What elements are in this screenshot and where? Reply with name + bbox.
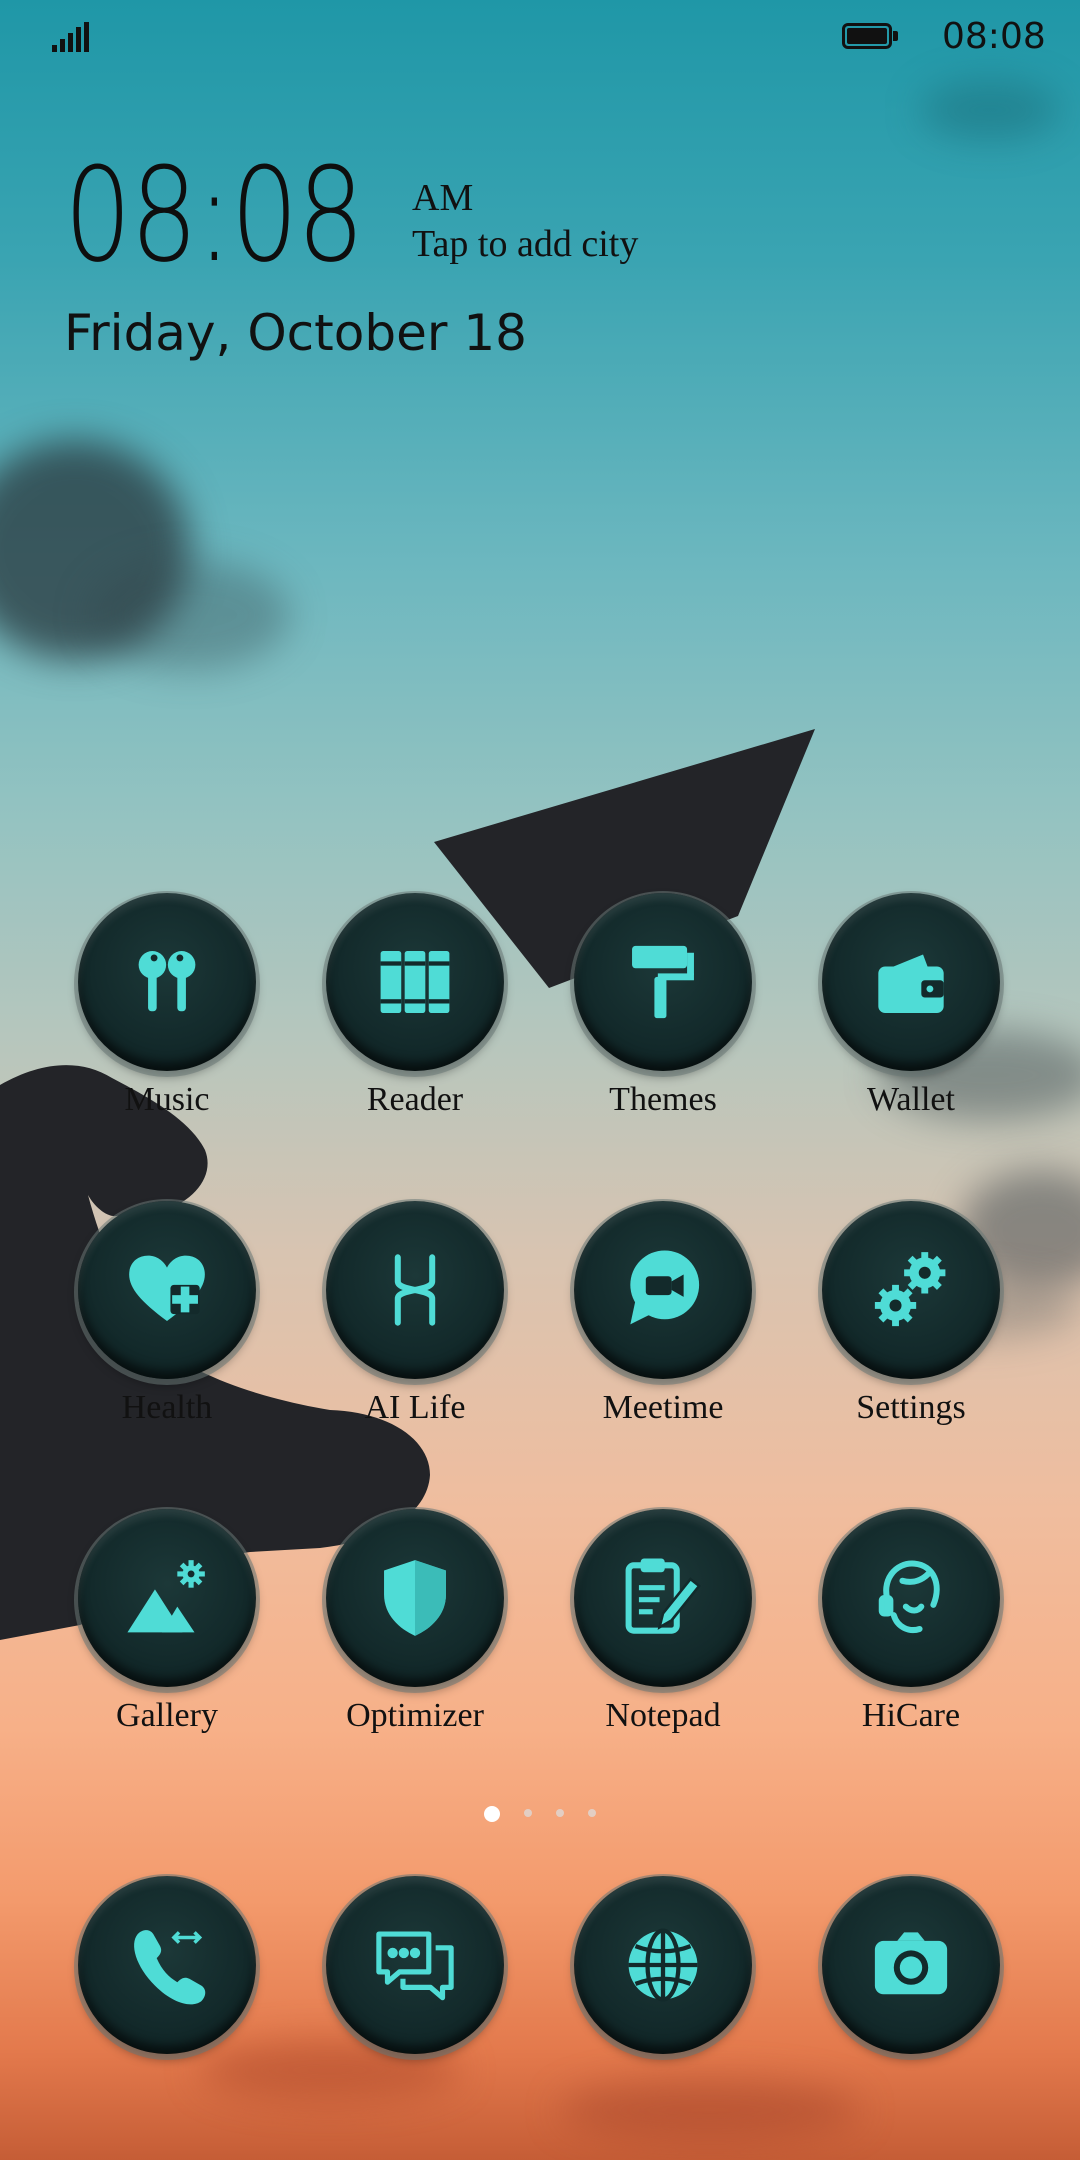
app-music[interactable]: Music bbox=[57, 893, 277, 1119]
app-wallet[interactable]: Wallet bbox=[801, 893, 1021, 1119]
add-city-link[interactable]: Tap to add city bbox=[412, 222, 638, 266]
dock-camera[interactable] bbox=[801, 1876, 1021, 2054]
books-icon bbox=[380, 951, 450, 1013]
ai-life-icon bbox=[394, 1254, 436, 1326]
app-label: Notepad bbox=[605, 1697, 721, 1734]
wallet-icon bbox=[878, 954, 944, 1013]
app-label: Themes bbox=[609, 1081, 717, 1118]
page-dot[interactable] bbox=[556, 1809, 564, 1817]
paint-roller-icon bbox=[632, 945, 694, 1019]
app-notepad[interactable]: Notepad bbox=[553, 1509, 773, 1735]
page-dot[interactable] bbox=[588, 1809, 596, 1817]
page-dot[interactable] bbox=[524, 1809, 532, 1817]
app-label: Reader bbox=[366, 1081, 464, 1118]
app-label: Meetime bbox=[602, 1389, 724, 1426]
phone-icon bbox=[134, 1930, 206, 2005]
app-label: Music bbox=[124, 1081, 210, 1118]
app-settings[interactable]: Settings bbox=[801, 1201, 1021, 1427]
widget-date[interactable]: Friday, October 18 bbox=[64, 304, 527, 362]
widget-ampm: AM bbox=[412, 177, 474, 219]
shield-icon bbox=[384, 1560, 446, 1636]
home-screen: 08:08 08:08 AM Tap to add city Friday, O… bbox=[0, 0, 1080, 2160]
app-meetime[interactable]: Meetime bbox=[553, 1201, 773, 1427]
app-themes[interactable]: Themes bbox=[553, 893, 773, 1119]
app-optimizer[interactable]: Optimizer bbox=[305, 1509, 525, 1735]
app-label: Health bbox=[121, 1389, 213, 1426]
app-health[interactable]: Health bbox=[57, 1201, 277, 1427]
app-gallery[interactable]: Gallery bbox=[57, 1509, 277, 1735]
messages-icon bbox=[376, 1931, 454, 2001]
app-label: HiCare bbox=[861, 1697, 961, 1734]
earbuds-icon bbox=[138, 951, 196, 1012]
mountain-gallery-icon bbox=[127, 1560, 205, 1633]
gears-icon bbox=[874, 1252, 946, 1327]
page-dot-active[interactable] bbox=[484, 1806, 500, 1822]
app-label: AI Life bbox=[364, 1389, 466, 1426]
signal-icon bbox=[52, 22, 92, 52]
heart-plus-icon bbox=[129, 1255, 205, 1321]
dock-phone[interactable] bbox=[57, 1876, 277, 2054]
app-ai-life[interactable]: AI Life bbox=[305, 1201, 525, 1427]
globe-icon bbox=[628, 1928, 698, 2002]
app-hicare[interactable]: HiCare bbox=[801, 1509, 1021, 1735]
clipboard-pencil-icon bbox=[625, 1558, 701, 1634]
headset-agent-icon bbox=[878, 1560, 940, 1633]
camera-icon bbox=[874, 1932, 948, 1995]
app-label: Wallet bbox=[867, 1081, 955, 1118]
dock-browser[interactable] bbox=[553, 1876, 773, 2054]
page-indicator[interactable] bbox=[0, 1804, 1080, 1824]
app-label: Settings bbox=[856, 1389, 966, 1426]
status-time: 08:08 bbox=[942, 16, 1046, 57]
widget-time[interactable]: 08:08 bbox=[64, 150, 365, 280]
dock-messages[interactable] bbox=[305, 1876, 525, 2054]
status-bar: 08:08 bbox=[0, 0, 1080, 70]
app-label: Optimizer bbox=[346, 1697, 484, 1734]
app-reader[interactable]: Reader bbox=[305, 893, 525, 1119]
app-label: Gallery bbox=[116, 1697, 218, 1734]
video-chat-icon bbox=[630, 1250, 700, 1325]
battery-icon bbox=[842, 23, 898, 51]
